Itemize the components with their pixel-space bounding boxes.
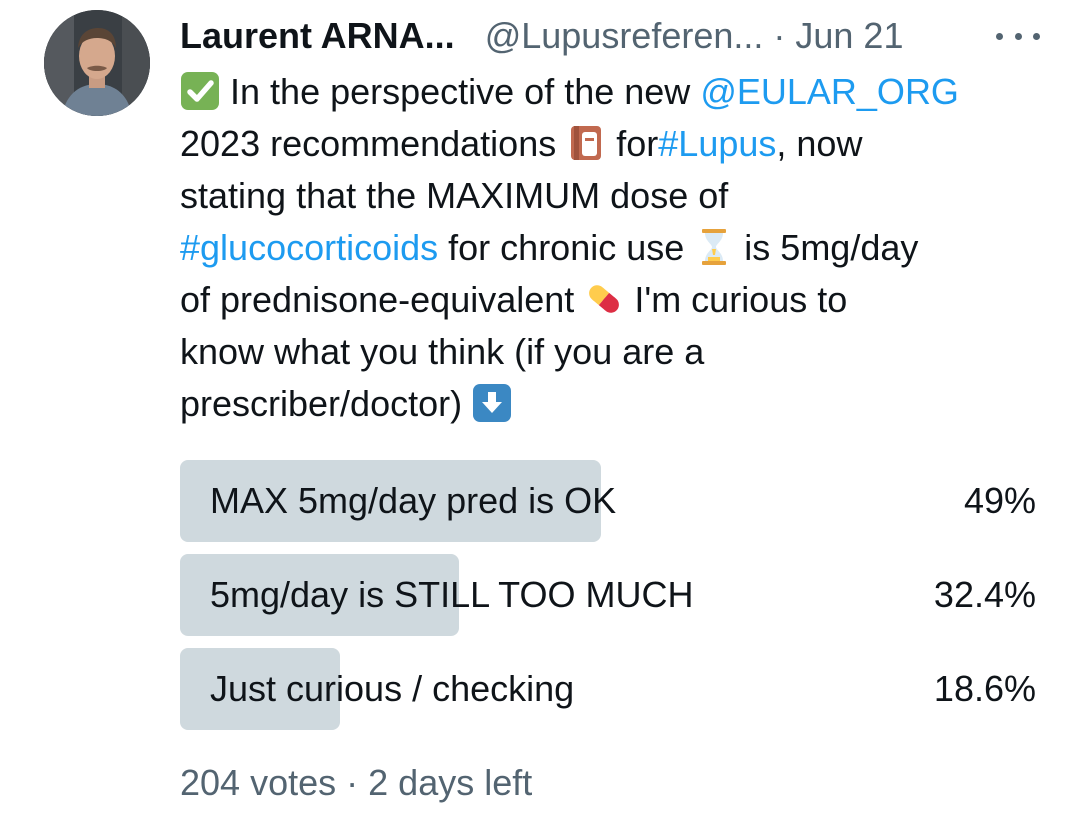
poll-option-percent: 32.4% bbox=[933, 574, 1036, 615]
tweet-text-segment: of prednisone-equivalent bbox=[180, 279, 575, 320]
poll-time-left: 2 days left bbox=[368, 762, 533, 803]
tweet-header: Laurent ARNA... @Lupusreferen... · Jun 2… bbox=[180, 12, 1040, 60]
poll-option[interactable]: MAX 5mg/day pred is OK 49% bbox=[180, 460, 1040, 542]
poll-option[interactable]: Just curious / checking 18.6% bbox=[180, 648, 1040, 730]
tweet-text: In the perspective of the new @EULAR_ORG… bbox=[180, 66, 1040, 430]
poll-option-percent: 49% bbox=[963, 480, 1036, 521]
poll-vote-count: 204 votes bbox=[180, 762, 337, 803]
tweet-text-segment: prescriber/doctor) bbox=[180, 383, 463, 424]
tweet-line: stating that the MAXIMUM dose of bbox=[180, 170, 1040, 222]
tweet[interactable]: Laurent ARNA... @Lupusreferen... · Jun 2… bbox=[0, 0, 1080, 826]
tweet-line: know what you think (if you are a bbox=[180, 326, 1040, 378]
tweet-text-segment: In the perspective of the new bbox=[230, 71, 691, 112]
hashtag-link[interactable]: #glucocorticoids bbox=[180, 227, 438, 268]
avatar[interactable] bbox=[44, 10, 150, 116]
tweet-text-segment: , now bbox=[776, 123, 863, 164]
poll-option[interactable]: 5mg/day is STILL TOO MUCH 32.4% bbox=[180, 554, 1040, 636]
check-mark-button-icon bbox=[180, 71, 220, 111]
tweet-text-segment: is 5mg/day bbox=[744, 227, 919, 268]
tweet-text-segment: 2023 recommendations bbox=[180, 123, 557, 164]
poll-option-label: MAX 5mg/day pred is OK bbox=[210, 480, 617, 521]
poll-footer-separator: · bbox=[346, 762, 359, 803]
author-display-name[interactable]: Laurent ARNA... bbox=[180, 15, 455, 57]
tweet-text-segment: for chronic use bbox=[448, 227, 685, 268]
poll-option-label: Just curious / checking bbox=[210, 668, 575, 709]
tweet-date[interactable]: Jun 21 bbox=[795, 15, 903, 57]
tweet-line: prescriber/doctor) bbox=[180, 378, 1040, 430]
tweet-text-segment: for bbox=[616, 123, 659, 164]
author-handle[interactable]: @Lupusreferen... bbox=[485, 15, 764, 57]
notebook-icon bbox=[566, 123, 606, 163]
tweet-line: 2023 recommendations for#Lupus, now bbox=[180, 118, 1040, 170]
poll: MAX 5mg/day pred is OK 49% 5mg/day is ST… bbox=[180, 460, 1040, 742]
poll-footer: 204 votes · 2 days left bbox=[180, 762, 532, 804]
tweet-text-segment: stating that the MAXIMUM dose of bbox=[180, 175, 729, 216]
header-separator: · bbox=[773, 15, 786, 56]
mention-link[interactable]: @EULAR_ORG bbox=[700, 71, 959, 112]
down-arrow-button-icon bbox=[472, 383, 512, 423]
poll-option-percent: 18.6% bbox=[933, 668, 1036, 709]
hashtag-link[interactable]: #Lupus bbox=[658, 123, 776, 164]
tweet-line: of prednisone-equivalent I'm curious to bbox=[180, 274, 1040, 326]
poll-option-label: 5mg/day is STILL TOO MUCH bbox=[210, 574, 694, 615]
tweet-text-segment: know what you think (if you are a bbox=[180, 331, 705, 372]
more-horizontal-icon[interactable] bbox=[996, 18, 1040, 54]
pill-icon bbox=[584, 279, 624, 319]
avatar-image bbox=[44, 10, 150, 116]
tweet-line: In the perspective of the new @EULAR_ORG bbox=[180, 66, 1040, 118]
hourglass-icon bbox=[694, 227, 734, 267]
tweet-line: #glucocorticoids for chronic use is 5mg/… bbox=[180, 222, 1040, 274]
tweet-text-segment: I'm curious to bbox=[634, 279, 848, 320]
